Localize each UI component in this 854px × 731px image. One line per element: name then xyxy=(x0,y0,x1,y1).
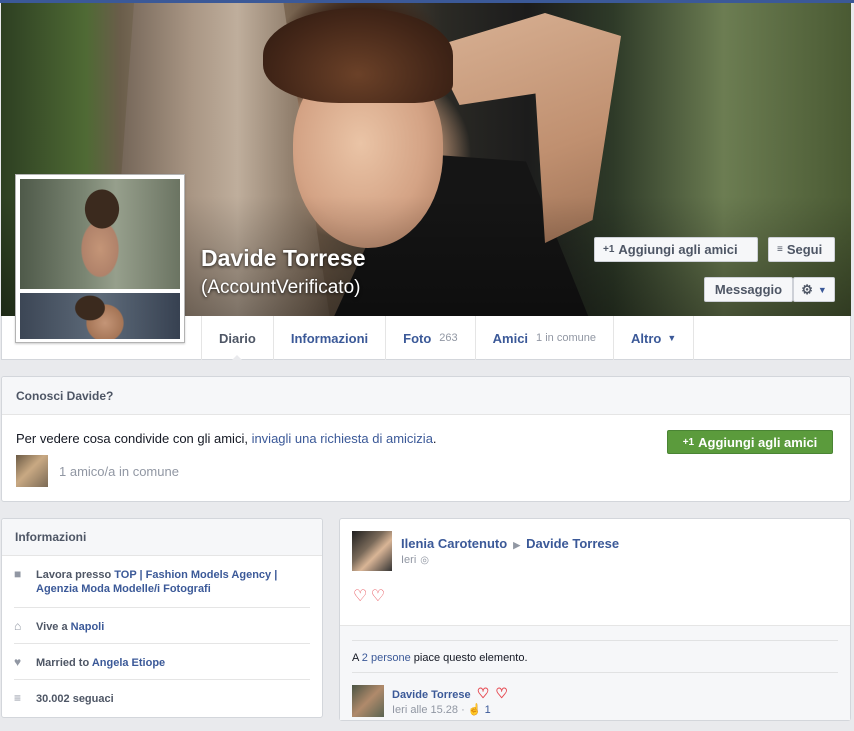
likes-link[interactable]: 2 persone xyxy=(362,652,411,664)
tab-altro[interactable]: Altro ▼ xyxy=(612,316,695,360)
comment-author-avatar[interactable] xyxy=(352,685,384,717)
info-married: ♥ Married to Angela Etiope xyxy=(14,644,310,680)
profile-name[interactable]: Davide Torrese xyxy=(201,245,365,272)
info-followers: ≡ 30.002 seguaci xyxy=(14,680,310,716)
add-friend-label: Aggiungi agli amici xyxy=(618,242,738,257)
comment-meta: Ieri alle 15.28 · ☝ 1 xyxy=(392,704,491,716)
know-box-text-after: . xyxy=(432,431,437,446)
tab-amici[interactable]: Amici 1 in comune xyxy=(474,316,613,360)
post-header: Ilenia Carotenuto ▶ Davide Torrese xyxy=(401,536,619,551)
comment-author[interactable]: Davide Torrese xyxy=(392,689,471,701)
follow-button[interactable]: ≡ Segui xyxy=(768,237,835,262)
know-box-title: Conosci Davide? xyxy=(2,377,850,415)
arrow-right-icon: ▶ xyxy=(513,540,521,550)
chevron-down-icon: ▼ xyxy=(817,284,827,295)
comment: Davide Torrese ♡ ♡ xyxy=(392,685,508,702)
message-label: Messaggio xyxy=(714,282,783,297)
tab-count: 263 xyxy=(439,332,458,344)
profile-picture[interactable] xyxy=(15,174,185,343)
chevron-down-icon: ▼ xyxy=(667,333,677,343)
heart-icon: ♡ xyxy=(495,685,508,701)
followers-count[interactable]: 30.002 seguaci xyxy=(36,692,114,716)
tab-label: Foto xyxy=(403,330,432,346)
mutual-friends[interactable]: 1 amico/a in comune xyxy=(16,455,179,487)
heart-icon: ♡ xyxy=(353,588,368,605)
follow-label: Segui xyxy=(786,242,823,257)
home-icon: ⌂ xyxy=(14,619,22,633)
mutual-friends-text[interactable]: 1 amico/a in comune xyxy=(59,464,179,479)
know-box-text: Per vedere cosa condivide con gli amici,… xyxy=(16,431,437,446)
likes-prefix: A xyxy=(352,652,362,664)
post-likes: A 2 persone piace questo elemento. xyxy=(352,652,528,664)
gear-icon: ⚙ xyxy=(801,281,813,297)
comment-time[interactable]: Ieri alle 15.28 xyxy=(392,704,458,716)
lives-prefix: Vive a xyxy=(36,621,71,633)
add-friend-button[interactable]: +1 Aggiungi agli amici xyxy=(594,237,758,262)
married-link[interactable]: Angela Etiope xyxy=(92,657,165,669)
add-friend-icon: +1 xyxy=(682,436,695,448)
globe-icon: ◎ xyxy=(420,555,430,566)
tab-label: Amici xyxy=(492,330,529,346)
likes-suffix: piace questo elemento. xyxy=(410,652,528,664)
tab-diario[interactable]: Diario xyxy=(201,316,273,361)
tab-count: 1 in comune xyxy=(536,332,596,344)
message-button[interactable]: Messaggio xyxy=(704,277,793,302)
add-friend-green-button[interactable]: +1 Aggiungi agli amici xyxy=(667,430,833,454)
know-box-text-before: Per vedere cosa condivide con gli amici, xyxy=(16,431,252,446)
friend-request-link[interactable]: inviagli una richiesta di amicizia xyxy=(252,431,433,446)
post-content: ♡ ♡ xyxy=(353,586,385,606)
tab-foto[interactable]: Foto 263 xyxy=(385,316,475,360)
comment-like-count[interactable]: 1 xyxy=(485,704,491,716)
timeline-post: Ilenia Carotenuto ▶ Davide Torrese Ieri ◎ ♡… xyxy=(339,518,851,721)
post-author[interactable]: Ilenia Carotenuto xyxy=(401,536,507,551)
info-card-title: Informazioni xyxy=(2,519,322,556)
post-target[interactable]: Davide Torrese xyxy=(526,536,619,551)
post-author-avatar[interactable] xyxy=(352,531,392,571)
rss-icon: ≡ xyxy=(777,244,783,255)
add-friend-icon: +1 xyxy=(603,244,615,255)
know-person-box: Conosci Davide? Per vedere cosa condivid… xyxy=(1,376,851,502)
lives-link[interactable]: Napoli xyxy=(71,621,105,633)
married-prefix: Married to xyxy=(36,657,92,669)
info-card: Informazioni ■ Lavora presso TOP | Fashi… xyxy=(1,518,323,718)
briefcase-icon: ■ xyxy=(14,567,22,581)
tab-label: Informazioni xyxy=(290,330,369,346)
profile-subtitle: (AccountVerificato) xyxy=(201,277,361,298)
heart-icon: ♡ xyxy=(370,588,386,605)
thumbs-up-icon[interactable]: ☝ xyxy=(468,704,482,716)
mutual-friend-avatar[interactable] xyxy=(16,455,48,487)
add-friend-green-label: Aggiungi agli amici xyxy=(698,434,818,450)
tab-label: Diario xyxy=(219,330,256,346)
heart-icon: ♡ xyxy=(476,685,490,701)
settings-dropdown-button[interactable]: ⚙ ▼ xyxy=(793,277,835,302)
profile-photo-main xyxy=(20,179,180,289)
info-work: ■ Lavora presso TOP | Fashion Models Age… xyxy=(14,556,310,608)
heart-icon: ♥ xyxy=(14,655,22,669)
post-time: Ieri ◎ xyxy=(401,554,429,566)
profile-photo-secondary xyxy=(20,293,180,339)
work-prefix: Lavora presso xyxy=(36,569,115,581)
rss-icon: ≡ xyxy=(14,691,22,705)
tab-informazioni[interactable]: Informazioni xyxy=(272,316,385,360)
post-time-text[interactable]: Ieri xyxy=(401,554,416,566)
profile-tabs: Diario Informazioni Foto 263 Amici 1 in … xyxy=(201,316,695,361)
tab-label: Altro xyxy=(630,330,662,346)
info-lives: ⌂ Vive a Napoli xyxy=(14,608,310,644)
